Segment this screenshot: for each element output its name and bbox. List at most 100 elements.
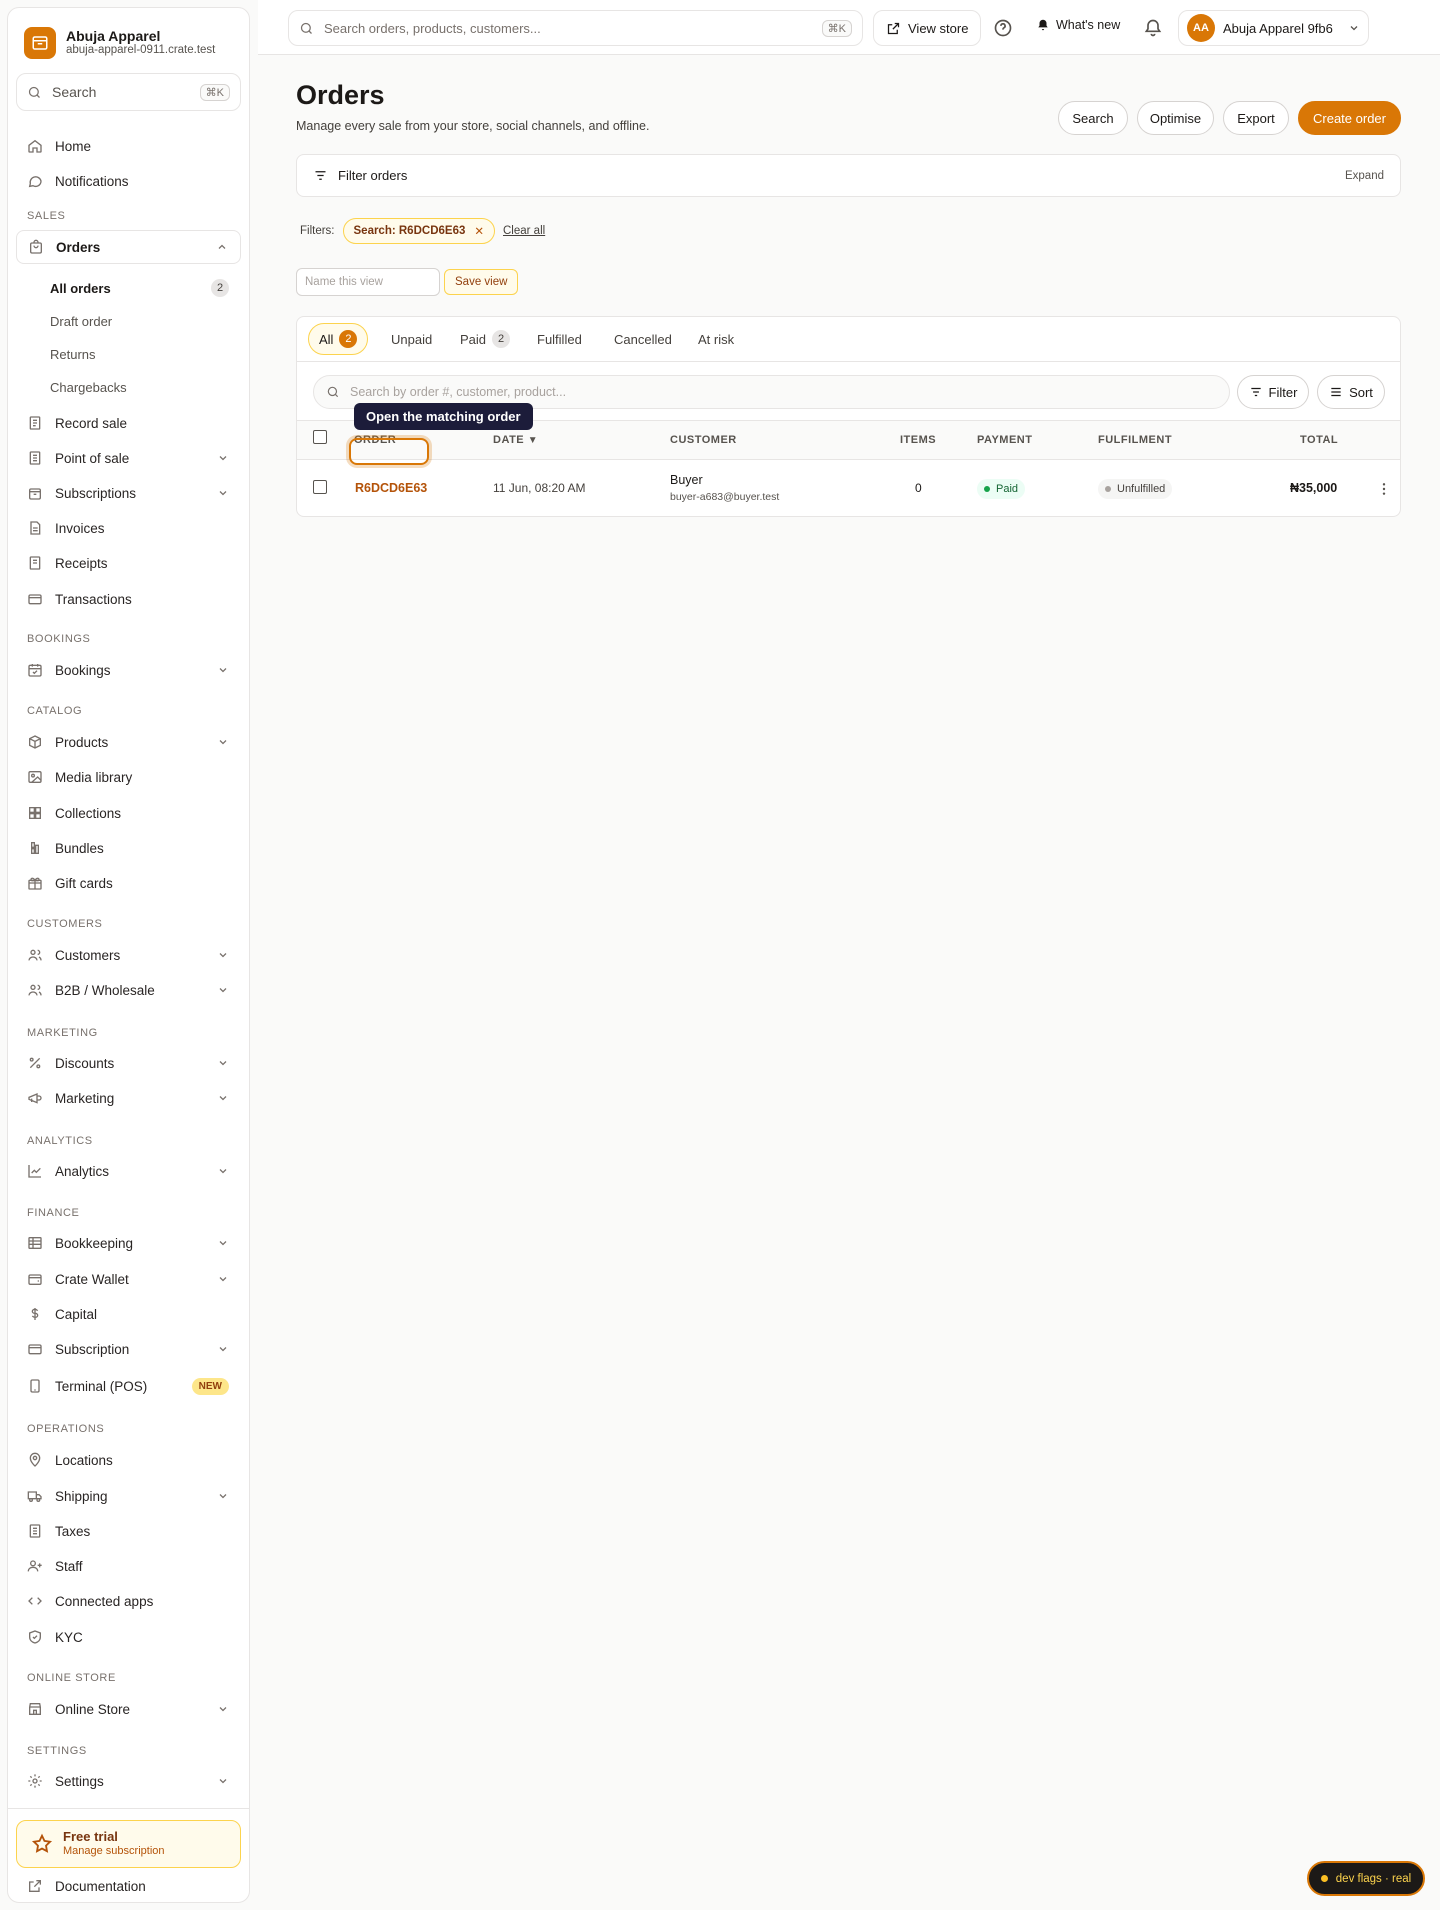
expand-link[interactable]: Expand xyxy=(1345,170,1384,182)
sidebar-item-receipts[interactable]: Receipts xyxy=(16,547,241,579)
sidebar-item-bundles[interactable]: Bundles xyxy=(16,832,241,864)
filter-button[interactable]: Filter xyxy=(1237,375,1309,409)
sidebar-item-gift-cards[interactable]: Gift cards xyxy=(16,867,241,899)
filter-orders-panel[interactable]: Filter orders Expand xyxy=(296,154,1401,197)
sidebar-item-subscriptions[interactable]: Subscriptions xyxy=(16,477,241,509)
sidebar-item-settings[interactable]: Settings xyxy=(16,1765,241,1797)
sidebar-item-locations[interactable]: Locations xyxy=(16,1444,241,1476)
table-row[interactable]: R6DCD6E63 11 Jun, 08:20 AM Buyer buyer-a… xyxy=(297,462,1400,516)
column-header-payment[interactable]: PAYMENT xyxy=(977,434,1032,446)
column-header-items[interactable]: ITEMS xyxy=(900,434,936,446)
whats-new-label: What's new xyxy=(1056,18,1121,32)
free-trial-card[interactable]: Free trial Manage subscription xyxy=(16,1820,241,1868)
sidebar-item-products[interactable]: Products xyxy=(16,726,241,758)
tab-at-risk[interactable]: At risk xyxy=(688,323,744,355)
shortcut-hint: ⌘K xyxy=(199,83,230,101)
help-circle-icon[interactable] xyxy=(993,18,1013,38)
sidebar-item-orders[interactable]: Orders xyxy=(16,230,241,264)
sidebar-subitem-chargebacks[interactable]: Chargebacks xyxy=(50,373,241,401)
create-order-button[interactable]: Create order xyxy=(1298,101,1401,135)
sidebar-item-notifications[interactable]: Notifications xyxy=(16,165,241,197)
sidebar-item-customers[interactable]: Customers xyxy=(16,939,241,971)
table-icon xyxy=(28,1237,42,1249)
tab-label: Paid xyxy=(460,331,487,347)
column-header-date[interactable]: DATE ▼ xyxy=(493,434,538,446)
more-vertical-icon[interactable] xyxy=(1376,481,1392,497)
sidebar-item-label: Bookkeeping xyxy=(55,1235,134,1251)
sidebar-item-capital[interactable]: Capital xyxy=(16,1298,241,1330)
brand[interactable]: Abuja Apparel abuja-apparel-0911.crate.t… xyxy=(24,25,215,61)
external-link-icon xyxy=(887,22,900,34)
dev-flags-pill[interactable]: dev flags · real xyxy=(1307,1861,1425,1896)
sidebar-item-connected-apps[interactable]: Connected apps xyxy=(16,1585,241,1617)
column-header-total[interactable]: TOTAL xyxy=(1300,434,1338,446)
sidebar-subitem-returns[interactable]: Returns xyxy=(50,340,241,368)
order-search-input[interactable] xyxy=(350,385,1217,399)
sidebar-item-kyc[interactable]: KYC xyxy=(16,1621,241,1653)
search-button[interactable]: Search xyxy=(1058,101,1128,135)
column-header-customer[interactable]: CUSTOMER xyxy=(670,434,737,446)
optimise-button[interactable]: Optimise xyxy=(1137,101,1214,135)
sidebar-subitem-draft-order[interactable]: Draft order xyxy=(50,307,241,335)
sidebar-item-crate-wallet[interactable]: Crate Wallet xyxy=(16,1263,241,1295)
sidebar-item-discounts[interactable]: Discounts xyxy=(16,1047,241,1079)
external-link-icon xyxy=(29,1880,41,1892)
chevron-down-icon xyxy=(219,1241,227,1246)
sidebar-item-home[interactable]: Home xyxy=(16,130,241,162)
column-header-fulfilment[interactable]: FULFILMENT xyxy=(1098,434,1172,446)
sidebar: Abuja Apparel abuja-apparel-0911.crate.t… xyxy=(7,7,250,1903)
sidebar-item-point-of-sale[interactable]: Point of sale xyxy=(16,442,241,474)
chevron-down-icon xyxy=(219,1169,227,1174)
sidebar-search[interactable]: Search ⌘K xyxy=(16,73,241,111)
sidebar-item-marketing[interactable]: Marketing xyxy=(16,1082,241,1114)
truck-icon xyxy=(27,1491,42,1502)
sidebar-item-bookkeeping[interactable]: Bookkeeping xyxy=(16,1227,241,1259)
bell-icon xyxy=(1038,19,1048,31)
sidebar-item-record-sale[interactable]: Record sale xyxy=(16,407,241,439)
search-icon xyxy=(300,22,312,34)
sidebar-item-staff[interactable]: Staff xyxy=(16,1550,241,1582)
sidebar-item-label: B2B / Wholesale xyxy=(55,982,155,998)
sidebar-item-taxes[interactable]: Taxes xyxy=(16,1515,241,1547)
sidebar-item-label: Settings xyxy=(55,1773,104,1789)
tab-cancelled[interactable]: Cancelled xyxy=(604,323,682,355)
chevron-down-icon xyxy=(219,1061,227,1066)
sidebar-item-collections[interactable]: Collections xyxy=(16,797,241,829)
view-name-input[interactable] xyxy=(296,268,440,296)
select-all-checkbox[interactable] xyxy=(313,430,327,444)
tab-paid[interactable]: Paid 2 xyxy=(450,323,520,355)
sidebar-item-label: Receipts xyxy=(55,555,108,571)
whats-new-button[interactable]: What's new xyxy=(1036,18,1120,32)
sidebar-item-invoices[interactable]: Invoices xyxy=(16,512,241,544)
sidebar-item-label: Terminal (POS) xyxy=(55,1378,148,1394)
sidebar-item-b2b-wholesale[interactable]: B2B / Wholesale xyxy=(16,974,241,1006)
tab-all[interactable]: All 2 xyxy=(308,323,369,355)
sidebar-item-documentation[interactable]: Documentation xyxy=(16,1870,241,1902)
sidebar-item-analytics[interactable]: Analytics xyxy=(16,1155,241,1187)
row-checkbox[interactable] xyxy=(313,480,327,494)
filter-chip[interactable]: Search: R6DCD6E63 ✕ xyxy=(342,218,495,244)
notifications-bell-icon[interactable] xyxy=(1143,18,1163,38)
tab-unpaid[interactable]: Unpaid xyxy=(381,323,442,355)
manage-subscription-link[interactable]: Manage subscription xyxy=(63,1844,165,1859)
sidebar-item-subscription[interactable]: Subscription xyxy=(16,1333,241,1365)
sidebar-item-online-store[interactable]: Online Store xyxy=(16,1693,241,1725)
account-menu[interactable]: AA Abuja Apparel 9fb6 xyxy=(1178,10,1369,46)
sidebar-item-transactions[interactable]: Transactions xyxy=(16,583,241,615)
view-store-button[interactable]: View store xyxy=(873,10,982,46)
sidebar-subitem-all-orders[interactable]: All orders 2 xyxy=(50,274,241,302)
sidebar-item-shipping[interactable]: Shipping xyxy=(16,1480,241,1512)
sidebar-item-terminal-pos[interactable]: Terminal (POS) NEW xyxy=(16,1370,241,1402)
sidebar-item-media-library[interactable]: Media library xyxy=(16,761,241,793)
tab-fulfilled[interactable]: Fulfilled xyxy=(527,323,592,355)
sidebar-item-bookings[interactable]: Bookings xyxy=(16,654,241,686)
sort-button[interactable]: Sort xyxy=(1317,375,1385,409)
clear-all-link[interactable]: Clear all xyxy=(503,225,545,237)
sidebar-item-label: Invoices xyxy=(55,520,105,536)
order-number-link[interactable]: R6DCD6E63 xyxy=(355,481,427,495)
close-icon[interactable]: ✕ xyxy=(474,224,484,238)
global-search-input[interactable]: Search orders, products, customers... ⌘K xyxy=(288,10,863,46)
export-button[interactable]: Export xyxy=(1223,101,1289,135)
save-view-button[interactable]: Save view xyxy=(444,269,519,295)
active-filters: Filters: Search: R6DCD6E63 ✕ Clear all xyxy=(300,218,545,244)
